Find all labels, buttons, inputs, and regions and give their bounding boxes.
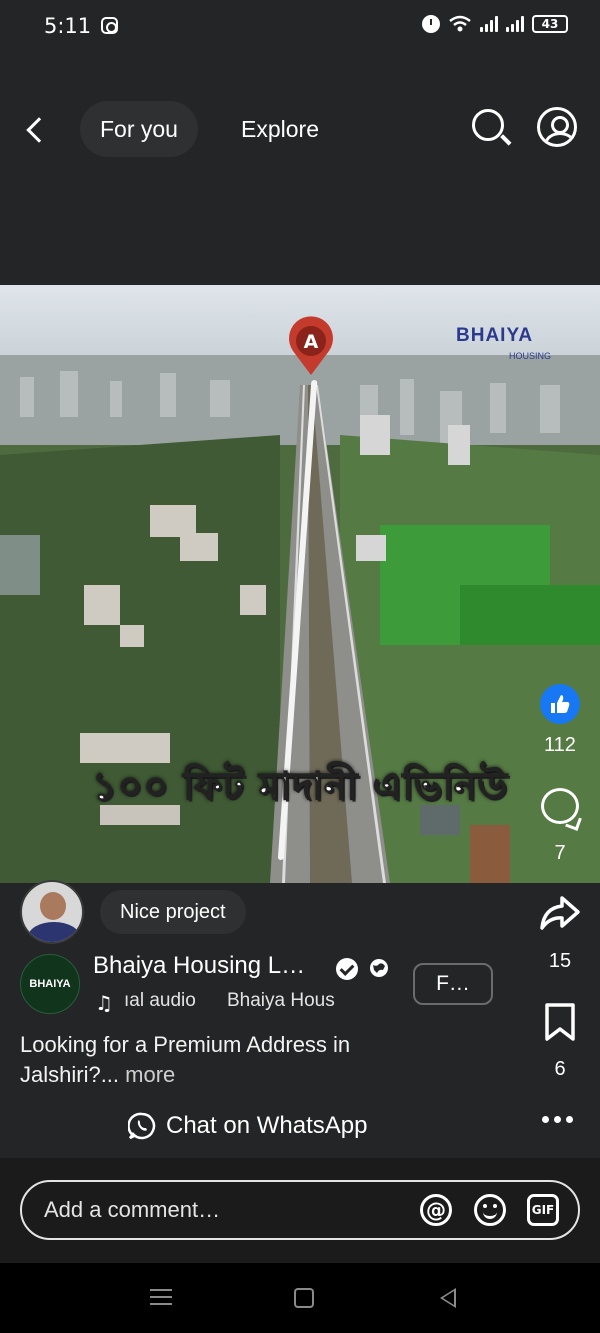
share-icon[interactable]	[538, 892, 582, 936]
top-nav: For you Explore	[0, 95, 600, 165]
audio-source[interactable]: Bhaiya Hous	[227, 990, 345, 1012]
comment-icon[interactable]	[541, 788, 579, 824]
commenter-avatar[interactable]	[20, 880, 84, 944]
comment-placeholder: Add a comment…	[44, 1197, 221, 1222]
signal-icon	[480, 16, 498, 32]
post-caption[interactable]: Looking for a Premium Address in Jalshir…	[20, 1030, 420, 1090]
follow-button[interactable]: F…	[413, 963, 493, 1005]
system-back-icon[interactable]	[440, 1288, 456, 1308]
comment-preview[interactable]: Nice project	[100, 890, 246, 934]
brand-logo: BHAIYA	[456, 325, 534, 346]
comment-input[interactable]: Add a comment… @ GIF	[20, 1180, 580, 1240]
video-player[interactable]: A BHAIYA HOUSING ১০০ ফিট মাদানী এভিনিউ	[0, 285, 600, 883]
caption-more-link[interactable]: more	[125, 1062, 175, 1087]
system-nav-bar	[0, 1263, 600, 1333]
alarm-icon	[422, 15, 440, 33]
search-icon[interactable]	[472, 109, 504, 141]
caption-text: Looking for a Premium Address in Jalshir…	[20, 1032, 351, 1087]
gif-icon[interactable]: GIF	[527, 1194, 559, 1226]
page-avatar[interactable]: BHAIYA	[20, 954, 80, 1014]
tab-explore[interactable]: Explore	[241, 101, 319, 157]
status-time: 5:11	[44, 14, 92, 38]
like-count: 112	[544, 734, 576, 756]
mention-icon[interactable]: @	[420, 1194, 452, 1226]
brand-logo-sub: HOUSING	[509, 351, 552, 361]
globe-icon	[370, 959, 388, 977]
wifi-icon	[449, 15, 471, 32]
comment-count: 7	[554, 842, 566, 864]
tab-for-you[interactable]: For you	[80, 101, 198, 157]
recent-apps-icon[interactable]	[150, 1289, 172, 1305]
video-overlay-text: ১০০ ফিট মাদানী এভিনিউ	[91, 764, 508, 809]
save-count: 6	[554, 1058, 566, 1080]
page-name[interactable]: Bhaiya Housing L…	[93, 952, 305, 980]
emoji-icon[interactable]	[474, 1194, 506, 1226]
map-pin-label: A	[304, 331, 319, 353]
music-note-icon: ♫	[95, 991, 113, 1015]
comment-bar: Add a comment… @ GIF	[0, 1158, 600, 1263]
audio-label[interactable]: ıal audio	[124, 990, 196, 1012]
status-icons: 43	[422, 15, 568, 33]
status-bar: 5:11 43	[0, 0, 600, 56]
whatsapp-button[interactable]: Chat on WhatsApp	[128, 1108, 367, 1144]
more-options-icon[interactable]	[542, 1116, 573, 1123]
like-icon[interactable]	[540, 684, 580, 724]
share-count: 15	[548, 950, 572, 972]
instagram-notification-icon	[101, 17, 118, 34]
whatsapp-label: Chat on WhatsApp	[166, 1112, 368, 1139]
back-icon[interactable]	[26, 117, 52, 143]
verified-badge-icon	[336, 958, 358, 980]
home-icon[interactable]	[294, 1288, 314, 1308]
profile-icon[interactable]	[537, 107, 577, 147]
signal-icon-2	[506, 16, 524, 32]
bookmark-icon[interactable]	[545, 1003, 575, 1041]
whatsapp-icon	[128, 1112, 156, 1140]
battery-icon: 43	[532, 15, 568, 33]
